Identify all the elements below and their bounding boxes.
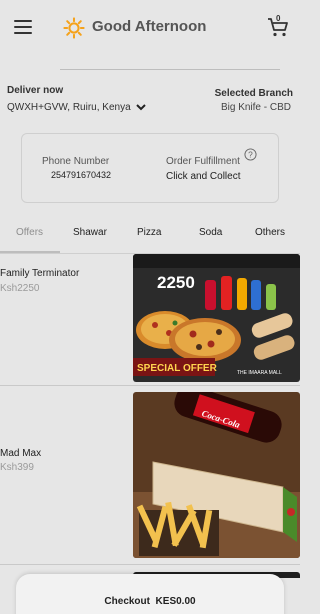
offer-price-tag: 2250 <box>157 273 195 292</box>
tab-offers[interactable]: Offers <box>16 227 43 238</box>
category-tabs: Offers Shawar Pizza Soda Others <box>0 220 300 254</box>
item-name: Family Terminator <box>0 268 80 279</box>
item-image: Coca-Cola <box>133 392 300 558</box>
item-price: Ksh2250 <box>0 283 40 294</box>
chevron-down-icon <box>135 104 146 111</box>
tab-shawarma[interactable]: Shawar <box>73 227 107 238</box>
hamburger-menu-icon[interactable] <box>14 20 32 34</box>
item-divider <box>0 564 300 565</box>
checkout-label: Checkout KES0.00 <box>16 596 284 607</box>
item-divider <box>0 385 300 386</box>
item-name: Mad Max <box>0 448 42 459</box>
mad-max-image: Coca-Cola <box>133 392 300 558</box>
tab-soda[interactable]: Soda <box>199 227 222 238</box>
delivery-address-selector[interactable]: QWXH+GVW, Ruiru, Kenya <box>7 101 147 113</box>
family-terminator-image: 2250 SPECIAL OFFER THE IMAARA MALL <box>133 254 300 382</box>
delivery-address: QWXH+GVW, Ruiru, Kenya <box>7 101 131 113</box>
help-icon[interactable]: ? <box>244 148 257 161</box>
phone-number-label: Phone Number <box>42 156 110 167</box>
menu-item[interactable]: Mad Max Ksh399 Coca-Cola <box>0 392 300 560</box>
phone-number-value: 254791670432 <box>51 170 112 180</box>
deliver-now-label: Deliver now <box>7 85 64 96</box>
order-fulfillment-label: Order Fulfillment <box>166 156 240 167</box>
sun-icon <box>63 17 85 39</box>
special-offer-ribbon: SPECIAL OFFER <box>137 363 218 374</box>
order-info-card: Phone Number 254791670432 Order Fulfillm… <box>21 133 279 203</box>
tab-pizza[interactable]: Pizza <box>137 227 161 238</box>
greeting-title: Good Afternoon <box>92 18 207 35</box>
menu-item[interactable]: Family Terminator Ksh2250 2250 SPECIAL O… <box>0 254 300 384</box>
header-divider <box>60 69 280 70</box>
item-price: Ksh399 <box>0 462 34 473</box>
tab-others[interactable]: Others <box>255 227 285 238</box>
selected-branch-label: Selected Branch <box>214 88 293 99</box>
checkout-amount: KES0.00 <box>155 596 196 607</box>
checkout-button[interactable]: Checkout KES0.00 <box>16 574 284 614</box>
selected-branch-name[interactable]: Big Knife - CBD <box>221 102 291 113</box>
svg-text:?: ? <box>248 149 253 159</box>
app-header: Good Afternoon 0 <box>0 0 300 56</box>
mall-footer-text: THE IMAARA MALL <box>237 370 282 376</box>
checkout-text: Checkout <box>104 596 150 607</box>
order-fulfillment-value[interactable]: Click and Collect <box>166 171 240 182</box>
item-image: 2250 SPECIAL OFFER THE IMAARA MALL <box>133 254 300 382</box>
cart-count-badge: 0 <box>276 14 281 23</box>
